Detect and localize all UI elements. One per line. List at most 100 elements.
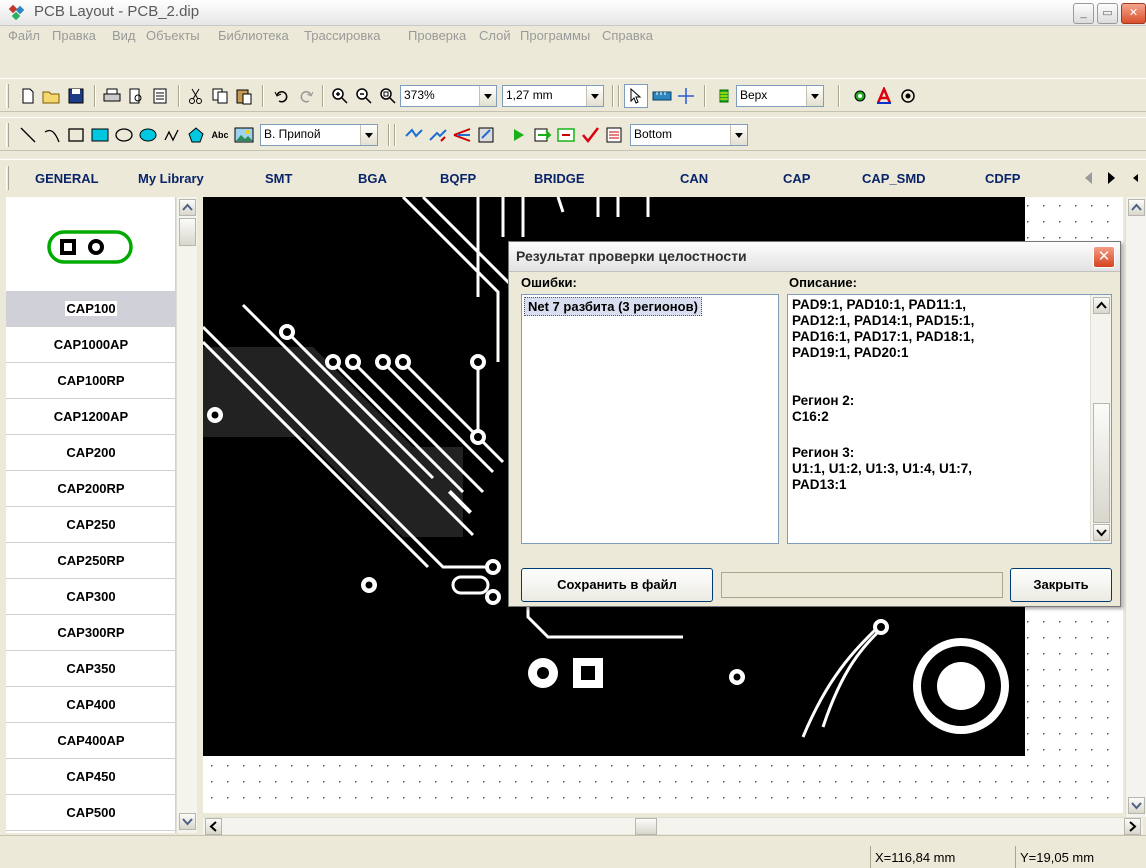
component-list-scrollbar[interactable] (176, 197, 197, 833)
toolbar-grip[interactable] (6, 123, 9, 147)
dialog-title-bar[interactable]: Результат проверки целостности ✕ (509, 242, 1120, 272)
chevron-up-icon[interactable] (1128, 199, 1145, 216)
pointer-icon[interactable] (624, 84, 648, 108)
tab-my-library[interactable]: My Library (138, 171, 204, 186)
tab-scroll-more-icon[interactable] (1126, 169, 1144, 187)
drc-check-icon[interactable] (578, 123, 602, 147)
scroll-thumb[interactable] (179, 218, 196, 246)
pad-icon[interactable] (896, 84, 920, 108)
close-window-button[interactable]: ✕ (1121, 3, 1146, 24)
print-preview-icon[interactable] (124, 84, 148, 108)
image-tool-icon[interactable] (232, 123, 256, 147)
tab-cap-smd[interactable]: CAP_SMD (862, 171, 926, 186)
toolbar-grip[interactable] (6, 84, 9, 108)
minimize-button[interactable]: _ (1073, 3, 1094, 24)
list-item[interactable]: CAP200 (6, 435, 175, 471)
scroll-thumb[interactable] (1093, 403, 1110, 523)
measure-icon[interactable] (650, 84, 674, 108)
chevron-up-icon[interactable] (1093, 297, 1110, 314)
text-a-icon[interactable] (872, 84, 896, 108)
close-icon[interactable]: ✕ (1093, 246, 1115, 268)
zoom-fit-icon[interactable] (376, 84, 400, 108)
polygon-tool-icon[interactable] (184, 123, 208, 147)
tab-can[interactable]: CAN (680, 171, 708, 186)
menu-edit[interactable]: Правка (52, 28, 96, 43)
new-file-icon[interactable] (16, 84, 40, 108)
text-tool-icon[interactable]: Abc (208, 123, 232, 147)
chevron-down-icon[interactable] (179, 813, 196, 830)
zoom-out-icon[interactable] (352, 84, 376, 108)
scissors-route-icon[interactable] (450, 123, 474, 147)
rectangle-tool-icon[interactable] (64, 123, 88, 147)
menu-library[interactable]: Библиотека (218, 28, 289, 43)
arc-tool-icon[interactable] (40, 123, 64, 147)
list-item[interactable]: CAP100RP (6, 363, 175, 399)
maximize-button[interactable]: ▭ (1097, 3, 1118, 24)
drc-settings-icon[interactable] (602, 123, 626, 147)
errors-list[interactable]: Net 7 разбита (3 регионов) (521, 294, 779, 544)
list-item[interactable]: CAP350 (6, 651, 175, 687)
chevron-down-icon[interactable] (360, 125, 377, 145)
list-item-selected[interactable]: CAP100 (6, 291, 175, 327)
zoom-in-icon[interactable] (328, 84, 352, 108)
print-icon[interactable] (100, 84, 124, 108)
run-icon[interactable] (506, 123, 530, 147)
crosshair-icon[interactable] (674, 84, 698, 108)
chevron-left-icon[interactable] (205, 818, 222, 835)
grid-size-select[interactable]: 1,27 mm (502, 85, 604, 107)
menu-view[interactable]: Вид (112, 28, 136, 43)
list-item[interactable]: CAP250RP (6, 543, 175, 579)
zoom-select[interactable]: 373% (400, 85, 497, 107)
via-icon[interactable] (848, 84, 872, 108)
tab-bqfp[interactable]: BQFP (440, 171, 476, 186)
menu-file[interactable]: Файл (8, 28, 40, 43)
open-folder-icon[interactable] (40, 84, 64, 108)
side-select[interactable]: Bottom (630, 124, 748, 146)
description-scrollbar[interactable] (1090, 295, 1111, 543)
copy-icon[interactable] (208, 84, 232, 108)
layer-select[interactable]: Верх (736, 85, 824, 107)
menu-check[interactable]: Проверка (408, 28, 466, 43)
polyline-tool-icon[interactable] (160, 123, 184, 147)
tab-scroll-right-icon[interactable] (1102, 169, 1120, 187)
menu-layer[interactable]: Слой (479, 28, 511, 43)
canvas-vertical-scrollbar[interactable] (1125, 197, 1146, 817)
mask-style-select[interactable]: В. Припой (260, 124, 378, 146)
paste-icon[interactable] (232, 84, 256, 108)
list-item[interactable]: CAP1000AP (6, 327, 175, 363)
save-icon[interactable] (64, 84, 88, 108)
list-item[interactable]: CAP500 (6, 795, 175, 831)
tab-general[interactable]: GENERAL (35, 171, 99, 186)
document-icon[interactable] (148, 84, 172, 108)
tab-smt[interactable]: SMT (265, 171, 292, 186)
tab-cdfp[interactable]: CDFP (985, 171, 1020, 186)
chevron-down-icon[interactable] (1093, 524, 1110, 541)
list-item[interactable]: CAP450 (6, 759, 175, 795)
chevron-down-icon[interactable] (586, 86, 603, 106)
list-item[interactable]: CAP300 (6, 579, 175, 615)
canvas-horizontal-scrollbar[interactable] (203, 817, 1143, 835)
layer-icon[interactable] (712, 84, 736, 108)
line-tool-icon[interactable] (16, 123, 40, 147)
tab-bga[interactable]: BGA (358, 171, 387, 186)
menu-objects[interactable]: Объекты (146, 28, 200, 43)
menu-routing[interactable]: Трассировка (304, 28, 381, 43)
redo-icon[interactable] (294, 84, 318, 108)
list-item[interactable]: CAP1200AP (6, 399, 175, 435)
chevron-down-icon[interactable] (479, 86, 496, 106)
list-item[interactable]: CAP250 (6, 507, 175, 543)
save-to-file-button[interactable]: Сохранить в файл (521, 568, 713, 602)
toolbar-grip[interactable] (6, 166, 9, 190)
close-dialog-button[interactable]: Закрыть (1010, 568, 1112, 602)
chevron-down-icon[interactable] (806, 86, 823, 106)
tab-bridge[interactable]: BRIDGE (534, 171, 585, 186)
chevron-up-icon[interactable] (179, 199, 196, 216)
ellipse-tool-icon[interactable] (112, 123, 136, 147)
undo-icon[interactable] (270, 84, 294, 108)
menu-programs[interactable]: Программы (520, 28, 590, 43)
description-text[interactable]: PAD9:1, PAD10:1, PAD11:1, PAD12:1, PAD14… (787, 294, 1112, 544)
list-item[interactable]: Net 7 разбита (3 регионов) (524, 297, 702, 316)
chevron-right-icon[interactable] (1124, 818, 1141, 835)
menu-help[interactable]: Справка (602, 28, 653, 43)
filled-ellipse-tool-icon[interactable] (136, 123, 160, 147)
